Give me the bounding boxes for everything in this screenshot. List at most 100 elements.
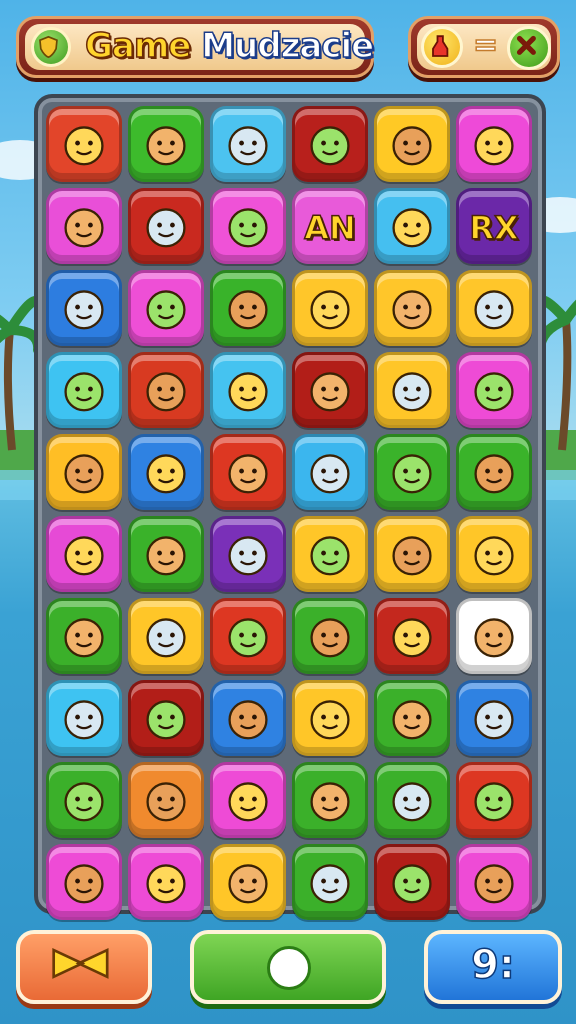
tile-r0-c0[interactable]: [46, 106, 122, 182]
tile-r6-c1[interactable]: [128, 598, 204, 674]
house-icon: [228, 290, 268, 330]
green-dragon-icon: [146, 208, 186, 248]
tile-r4-c3[interactable]: [292, 434, 368, 510]
egg-face-icon: [64, 864, 104, 904]
cactus-face-icon: [474, 536, 514, 576]
crowned-face-icon: [228, 126, 268, 166]
tile-r8-c4[interactable]: [374, 762, 450, 838]
ogre-face-icon: [146, 536, 186, 576]
sun-face-icon: [146, 700, 186, 740]
title-part-2: Mudzacie: [200, 25, 374, 67]
tile-r7-c3[interactable]: [292, 680, 368, 756]
tile-r2-c2[interactable]: [210, 270, 286, 346]
globe-icon: [310, 536, 350, 576]
tile-r7-c5[interactable]: [456, 680, 532, 756]
tile-r4-c4[interactable]: [374, 434, 450, 510]
tile-r7-c2[interactable]: [210, 680, 286, 756]
tile-r0-c3[interactable]: [292, 106, 368, 182]
tile-r9-c3[interactable]: [292, 844, 368, 920]
timer-label: 9:: [470, 941, 515, 989]
goat-face-icon: [392, 864, 432, 904]
tile-r9-c5[interactable]: [456, 844, 532, 920]
tile-r2-c1[interactable]: [128, 270, 204, 346]
tile-r1-c4[interactable]: [374, 188, 450, 264]
tile-r4-c2[interactable]: [210, 434, 286, 510]
tile-r3-c5[interactable]: [456, 352, 532, 428]
tile-r1-c5[interactable]: RX: [456, 188, 532, 264]
tile-r0-c5[interactable]: [456, 106, 532, 182]
tile-r1-c3[interactable]: AN: [292, 188, 368, 264]
tile-r9-c0[interactable]: [46, 844, 122, 920]
tile-r0-c2[interactable]: [210, 106, 286, 182]
tile-r9-c4[interactable]: [374, 844, 450, 920]
clown-face-icon: [228, 454, 268, 494]
tile-r5-c2[interactable]: [210, 516, 286, 592]
tile-r8-c2[interactable]: [210, 762, 286, 838]
tile-r3-c0[interactable]: [46, 352, 122, 428]
tile-r5-c1[interactable]: [128, 516, 204, 592]
triangle-puzzle-icon: [310, 864, 350, 904]
tile-text-label: AN: [303, 208, 356, 248]
tile-r6-c3[interactable]: [292, 598, 368, 674]
tile-r5-c3[interactable]: [292, 516, 368, 592]
tile-r6-c4[interactable]: [374, 598, 450, 674]
tile-r3-c2[interactable]: [210, 352, 286, 428]
title-part-1: Game: [84, 25, 192, 67]
tile-r6-c0[interactable]: [46, 598, 122, 674]
tile-r1-c2[interactable]: [210, 188, 286, 264]
egg-face-icon: [64, 782, 104, 822]
tile-r8-c5[interactable]: [456, 762, 532, 838]
title-banner: Game Mudzacie: [16, 16, 375, 78]
page-title: Game Mudzacie: [84, 25, 375, 67]
tile-r2-c5[interactable]: [456, 270, 532, 346]
tile-r4-c0[interactable]: [46, 434, 122, 510]
tile-text-label: RX: [469, 208, 520, 248]
tile-r7-c1[interactable]: [128, 680, 204, 756]
unicorn-face-icon: [310, 126, 350, 166]
tile-r5-c4[interactable]: [374, 516, 450, 592]
polar-bear-icon: [310, 700, 350, 740]
bowtie-button[interactable]: [16, 930, 152, 1004]
tile-r8-c1[interactable]: [128, 762, 204, 838]
tile-r2-c4[interactable]: [374, 270, 450, 346]
tile-r0-c4[interactable]: [374, 106, 450, 182]
tile-r4-c1[interactable]: [128, 434, 204, 510]
game-board: AN RX: [34, 94, 546, 920]
king-face-icon: [392, 208, 432, 248]
tile-r1-c1[interactable]: [128, 188, 204, 264]
books-icon: [146, 372, 186, 412]
yellow-cat-icon: [64, 126, 104, 166]
tile-r8-c0[interactable]: [46, 762, 122, 838]
polar-bear-icon: [146, 454, 186, 494]
robot-face-icon: [64, 536, 104, 576]
tile-r0-c1[interactable]: [128, 106, 204, 182]
tile-r5-c5[interactable]: [456, 516, 532, 592]
star-icon: [474, 372, 514, 412]
wizard-portrait-icon: [392, 290, 432, 330]
tile-r2-c0[interactable]: [46, 270, 122, 346]
bear-face-icon: [228, 208, 268, 248]
tile-r3-c1[interactable]: [128, 352, 204, 428]
tile-r7-c0[interactable]: [46, 680, 122, 756]
close-button[interactable]: [507, 26, 551, 70]
crossed-swords-icon: [64, 372, 104, 412]
close-icon: [516, 35, 536, 55]
tile-r6-c5[interactable]: [456, 598, 532, 674]
tile-r8-c3[interactable]: [292, 762, 368, 838]
crossed-swords-icon: [228, 372, 268, 412]
tile-r9-c2[interactable]: [210, 844, 286, 920]
play-button[interactable]: [190, 930, 386, 1004]
potion-bottle-icon: [421, 26, 463, 68]
tile-r5-c0[interactable]: [46, 516, 122, 592]
drink-cup-icon: [392, 126, 432, 166]
tile-r3-c4[interactable]: [374, 352, 450, 428]
tile-r2-c3[interactable]: [292, 270, 368, 346]
timer-button[interactable]: 9:: [424, 930, 562, 1004]
tile-r6-c2[interactable]: [210, 598, 286, 674]
tile-r3-c3[interactable]: [292, 352, 368, 428]
tile-r7-c4[interactable]: [374, 680, 450, 756]
tools-icon: [474, 290, 514, 330]
tile-r4-c5[interactable]: [456, 434, 532, 510]
tile-r9-c1[interactable]: [128, 844, 204, 920]
tile-r1-c0[interactable]: [46, 188, 122, 264]
